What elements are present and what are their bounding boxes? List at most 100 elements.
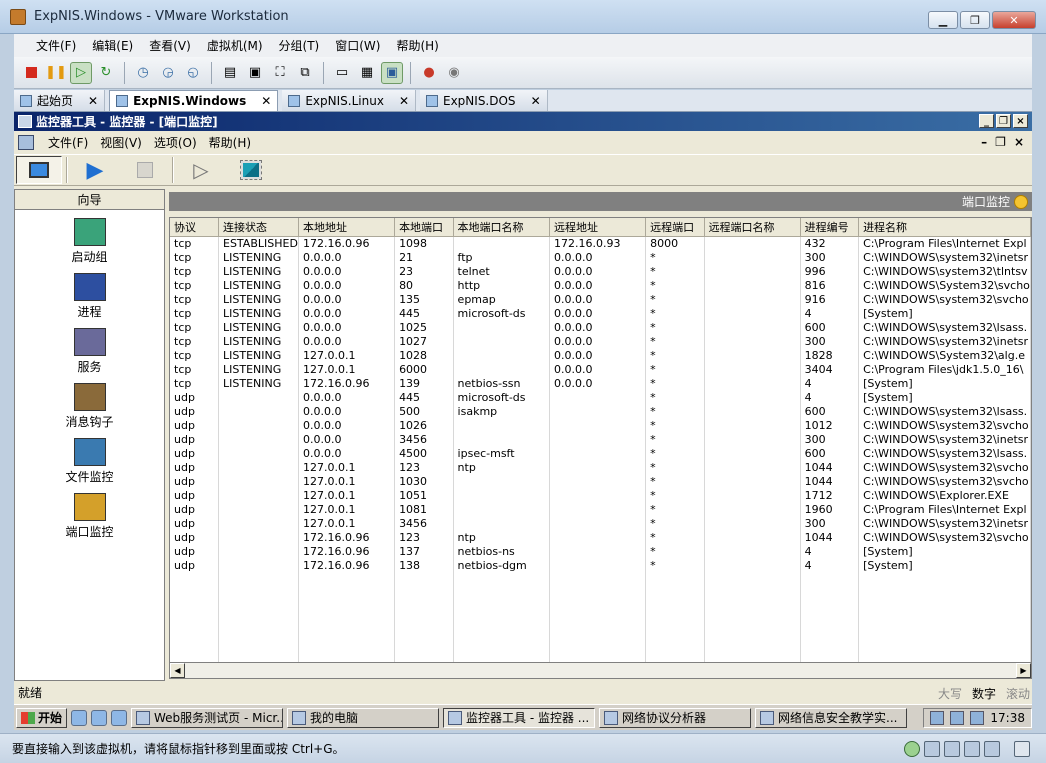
app-close-button[interactable]: × (1013, 114, 1028, 128)
app-menu-item[interactable]: 帮助(H) (203, 134, 257, 151)
table-row[interactable]: tcp LISTENING 0.0.0.0 80 http 0.0.0.0 * 816 C:\W… (170, 278, 1031, 293)
reset-icon[interactable]: ↻ (95, 62, 117, 84)
vm-menu-item[interactable]: 虚拟机(M) (201, 37, 269, 54)
power-on-icon[interactable]: ▷ (70, 61, 92, 84)
table-row[interactable]: tcp LISTENING 172.16.0.96 139 netbios-ssn 0.0… (170, 376, 1031, 391)
network-adapter-2-icon[interactable] (964, 740, 980, 757)
table-row[interactable]: tcp ESTABLISHED 172.16.0.96 1098 172.16.0.93… (170, 236, 1031, 251)
taskbar-button[interactable]: 我的电脑 (287, 707, 440, 728)
vm-menu-item[interactable]: 文件(F) (30, 37, 82, 54)
taskbar-button[interactable]: Web服务测试页 - Micr... (131, 707, 284, 728)
table-row[interactable]: udp 127.0.0.1 123 ntp * 1044 C:\WINDOWS\system… (170, 460, 1031, 475)
nav-item[interactable]: 消息钩子 (15, 383, 164, 430)
taskbar-button[interactable]: 网络信息安全教学实... (755, 707, 908, 728)
column-header[interactable]: 本地端口名称 (453, 218, 551, 237)
column-header[interactable]: 本地地址 (298, 218, 396, 237)
ie-quicklaunch-icon[interactable] (71, 709, 88, 726)
vm-tab[interactable]: ExpNIS.Linux ✕ (282, 90, 416, 111)
table-row[interactable]: udp 0.0.0.0 3456 * 300 C:\WINDOWS\system32\in… (170, 432, 1031, 447)
snapshot-icon[interactable]: ◷ (132, 62, 154, 84)
app-menu-item[interactable]: 选项(O) (148, 134, 203, 151)
appliance-view-icon[interactable]: ▣ (381, 61, 403, 84)
table-row[interactable]: udp 0.0.0.0 500 isakmp * 600 C:\WINDOWS\system… (170, 404, 1031, 419)
scroll-right-icon[interactable]: ▶ (1016, 663, 1031, 678)
tray-app-icon[interactable] (930, 710, 945, 725)
doc-minimize-icon[interactable]: – (981, 135, 987, 149)
table-row[interactable]: tcp LISTENING 0.0.0.0 23 telnet 0.0.0.0 * 996 C:… (170, 264, 1031, 279)
nav-item[interactable]: 文件监控 (15, 438, 164, 485)
vm-tools-icon[interactable] (904, 740, 920, 757)
unity-icon[interactable]: ⧉ (294, 62, 316, 84)
nav-item[interactable]: 服务 (15, 328, 164, 375)
table-row[interactable]: tcp LISTENING 0.0.0.0 445 microsoft-ds 0.0.0.… (170, 306, 1031, 321)
power-off-icon[interactable] (20, 62, 42, 84)
app-minimize-button[interactable]: _ (979, 114, 994, 128)
start-monitor-button[interactable]: ▶ (72, 156, 118, 184)
column-header[interactable]: 协议 (170, 218, 219, 237)
console-view-icon[interactable]: ▭ (331, 62, 353, 84)
vm-tab[interactable]: 起始页 ✕ (14, 90, 106, 111)
table-row[interactable]: udp 172.16.0.96 137 netbios-ns * 4 [System] (170, 544, 1031, 559)
column-header[interactable]: 本地端口 (394, 218, 454, 237)
close-tab-icon[interactable]: ✕ (88, 94, 98, 108)
tray-network-icon[interactable] (970, 710, 985, 725)
minimize-button[interactable]: ▁ (928, 11, 958, 29)
summary-view-icon[interactable]: ▦ (356, 62, 378, 84)
table-row[interactable]: tcp LISTENING 0.0.0.0 1025 0.0.0.0 * 600 C:\WIN… (170, 320, 1031, 335)
replay-icon[interactable]: ◉ (443, 62, 465, 84)
taskbar-button[interactable]: 网络协议分析器 (599, 707, 752, 728)
message-log-icon[interactable] (1014, 740, 1030, 757)
column-header[interactable]: 连接状态 (218, 218, 299, 237)
usb-icon[interactable] (984, 740, 1000, 757)
tray-nis-icon[interactable] (950, 710, 965, 725)
doc-restore-icon[interactable]: ❐ (995, 135, 1006, 149)
table-row[interactable]: tcp LISTENING 0.0.0.0 135 epmap 0.0.0.0 * 916 C:… (170, 292, 1031, 307)
start-button[interactable]: 开始 (16, 707, 68, 728)
maximize-button[interactable]: ❐ (960, 11, 990, 29)
show-desktop-icon[interactable] (111, 709, 128, 726)
column-header[interactable]: 远程端口 (645, 218, 705, 237)
hard-disk-icon[interactable] (924, 740, 940, 757)
step-button[interactable]: ▷ (178, 156, 224, 184)
taskbar-button[interactable]: 监控器工具 - 监控器 ... (443, 707, 596, 728)
revert-snapshot-icon[interactable]: ◶ (157, 62, 179, 84)
table-row[interactable]: udp 0.0.0.0 4500 ipsec-msft * 600 C:\WINDOWS\s… (170, 446, 1031, 461)
table-row[interactable]: tcp LISTENING 0.0.0.0 21 ftp 0.0.0.0 * 300 C:\WI… (170, 250, 1031, 265)
column-header[interactable]: 远程端口名称 (704, 218, 801, 237)
close-button[interactable]: ✕ (992, 11, 1036, 29)
full-screen-icon[interactable]: ⛶ (269, 62, 291, 84)
vm-menu-item[interactable]: 窗口(W) (329, 37, 386, 54)
vm-tab[interactable]: ExpNIS.DOS ✕ (420, 90, 548, 111)
table-row[interactable]: udp 127.0.0.1 1030 * 1044 C:\WINDOWS\system32… (170, 474, 1031, 489)
nav-item[interactable]: 进程 (15, 273, 164, 320)
table-row[interactable]: udp 0.0.0.0 1026 * 1012 C:\WINDOWS\system32\s… (170, 418, 1031, 433)
table-row[interactable]: udp 172.16.0.96 138 netbios-dgm * 4 [System] (170, 558, 1031, 573)
horizontal-scrollbar[interactable]: ◀ ▶ (169, 662, 1032, 679)
vm-menu-item[interactable]: 帮助(H) (390, 37, 444, 54)
vm-menu-item[interactable]: 分组(T) (273, 37, 326, 54)
suspend-icon[interactable]: ❚❚ (45, 62, 67, 84)
table-row[interactable]: udp 127.0.0.1 1051 * 1712 C:\WINDOWS\Explorer… (170, 488, 1031, 503)
vm-menu-item[interactable]: 查看(V) (143, 37, 197, 54)
table-row[interactable]: tcp LISTENING 0.0.0.0 1027 0.0.0.0 * 300 C:\WIN… (170, 334, 1031, 349)
table-row[interactable]: tcp LISTENING 127.0.0.1 6000 0.0.0.0 * 3404 C:\… (170, 362, 1031, 377)
table-row[interactable]: udp 127.0.0.1 3456 * 300 C:\WINDOWS\system32\… (170, 516, 1031, 531)
app-restore-button[interactable]: ❐ (996, 114, 1011, 128)
app-menu-item[interactable]: 视图(V) (94, 134, 148, 151)
table-row[interactable]: tcp LISTENING 127.0.0.1 1028 0.0.0.0 * 1828 C:\… (170, 348, 1031, 363)
quick-switch-icon[interactable]: ▣ (244, 62, 266, 84)
record-icon[interactable]: ● (418, 62, 440, 84)
monitor-view-button[interactable] (16, 156, 62, 184)
close-tab-icon[interactable]: ✕ (261, 94, 271, 108)
toggle-panel-button[interactable] (228, 156, 274, 184)
vm-tab[interactable]: ExpNIS.Windows ✕ (109, 90, 279, 111)
close-tab-icon[interactable]: ✕ (531, 94, 541, 108)
column-header[interactable]: 远程地址 (549, 218, 647, 237)
outlook-quicklaunch-icon[interactable] (91, 709, 108, 726)
doc-close-icon[interactable]: × (1014, 135, 1024, 149)
vm-menu-item[interactable]: 编辑(E) (86, 37, 139, 54)
scroll-left-icon[interactable]: ◀ (170, 663, 185, 678)
column-header[interactable]: 进程名称 (858, 218, 1031, 237)
snapshot-manager-icon[interactable]: ◵ (182, 62, 204, 84)
app-menu-item[interactable]: 文件(F) (42, 134, 94, 151)
